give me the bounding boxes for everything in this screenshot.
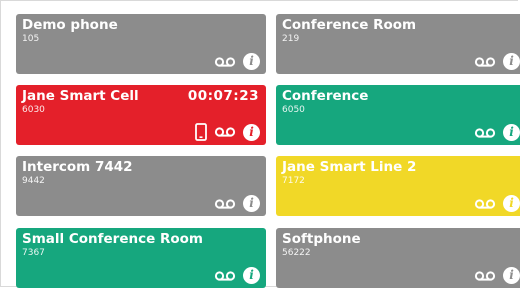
tile-extension: 6050 — [282, 105, 305, 115]
tile-extension: 9442 — [22, 176, 45, 186]
voicemail-icon[interactable] — [214, 270, 236, 282]
voicemail-icon[interactable] — [214, 198, 236, 210]
extension-tile-demo-phone[interactable]: Demo phone 105 i — [16, 14, 266, 74]
mobile-phone-icon[interactable] — [195, 123, 207, 141]
voicemail-icon[interactable] — [474, 56, 496, 68]
tile-name: Intercom 7442 — [22, 159, 133, 175]
tile-name: Jane Smart Line 2 — [282, 159, 417, 175]
info-icon[interactable]: i — [243, 123, 260, 141]
info-icon[interactable]: i — [503, 267, 520, 284]
extension-tile-conference[interactable]: Conference 6050 i — [276, 85, 520, 145]
voicemail-icon[interactable] — [214, 56, 236, 68]
extension-tile-softphone[interactable]: Softphone 56222 i — [276, 228, 520, 288]
voicemail-icon[interactable] — [474, 198, 496, 210]
info-icon[interactable]: i — [503, 195, 520, 212]
tile-extension: 56222 — [282, 248, 311, 258]
info-icon[interactable]: i — [243, 53, 260, 70]
info-icon[interactable]: i — [503, 124, 520, 141]
tile-extension: 219 — [282, 34, 300, 44]
phone-panel: Demo phone 105 i Conference Room 219 i J… — [0, 0, 520, 288]
extension-tile-jane-smart-line-2[interactable]: Jane Smart Line 2 7172 i — [276, 156, 520, 216]
call-timer: 00:07:23 — [187, 88, 259, 104]
info-icon[interactable]: i — [503, 53, 520, 70]
tile-name: Conference — [282, 88, 369, 104]
tile-name: Softphone — [282, 231, 361, 247]
extension-tile-conference-room[interactable]: Conference Room 219 i — [276, 14, 520, 74]
tile-extension: 7172 — [282, 176, 305, 186]
extension-tile-small-conference-room[interactable]: Small Conference Room 7367 i — [16, 228, 266, 288]
voicemail-icon[interactable] — [474, 270, 496, 282]
tile-extension: 105 — [22, 34, 40, 44]
extension-tile-jane-smart-cell[interactable]: Jane Smart Cell 6030 00:07:23 i — [16, 85, 266, 145]
tile-extension: 6030 — [22, 105, 45, 115]
tile-name: Conference Room — [282, 17, 417, 33]
voicemail-icon[interactable] — [474, 127, 496, 139]
info-icon[interactable]: i — [243, 267, 260, 284]
info-icon[interactable]: i — [243, 195, 260, 212]
tile-name: Demo phone — [22, 17, 118, 33]
voicemail-icon[interactable] — [214, 126, 236, 138]
extension-tile-intercom-7442[interactable]: Intercom 7442 9442 i — [16, 156, 266, 216]
tile-extension: 7367 — [22, 248, 45, 258]
tile-name: Small Conference Room — [22, 231, 203, 247]
